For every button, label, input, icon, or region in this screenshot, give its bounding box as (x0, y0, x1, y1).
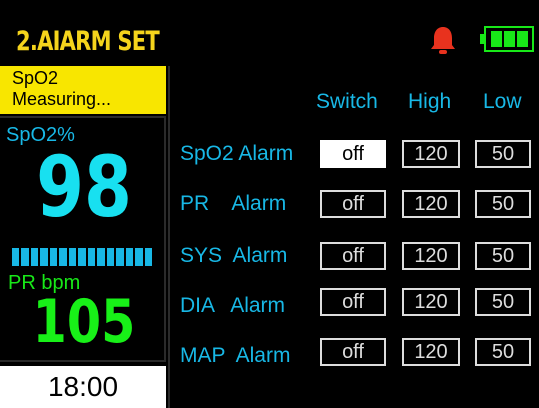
pr-low-field[interactable]: 50 (475, 190, 531, 218)
alarm-bell-icon (431, 27, 455, 54)
map-high-field[interactable]: 120 (402, 338, 460, 366)
dia-high-field[interactable]: 120 (402, 288, 460, 316)
page-title: 2.AIARM SET (16, 26, 160, 57)
row-label-sys: SYS Alarm (180, 244, 288, 267)
measuring-status-box: SpO2 Measuring... (0, 66, 166, 114)
pr-value: 105 (32, 287, 136, 357)
status-parameter: SpO2 (12, 68, 59, 88)
spo2-low-field[interactable]: 50 (475, 140, 531, 168)
high-column-header: High (408, 90, 452, 113)
spo2-high-field[interactable]: 120 (402, 140, 460, 168)
dia-switch-field[interactable]: off (320, 288, 386, 316)
pr-switch-field[interactable]: off (320, 190, 386, 218)
switch-column-header: Switch (316, 90, 378, 113)
spo2-switch-field[interactable]: off (320, 140, 386, 168)
alarm-settings-table: Switch High Low SpO2 Alarm off 120 50 PR… (170, 66, 539, 408)
battery-icon (480, 26, 534, 52)
map-low-field[interactable]: 50 (475, 338, 531, 366)
measurement-sidebar: SpO2 Measuring... SpO2% 98 PR bpm 105 18… (0, 66, 170, 408)
sys-low-field[interactable]: 50 (475, 242, 531, 270)
clock: 18:00 (0, 366, 166, 408)
status-text: Measuring... (12, 89, 112, 109)
row-label-spo2: SpO2 Alarm (180, 142, 294, 165)
map-switch-field[interactable]: off (320, 338, 386, 366)
pr-high-field[interactable]: 120 (402, 190, 460, 218)
header-bar: 2.AIARM SET (0, 0, 539, 66)
dia-low-field[interactable]: 50 (475, 288, 531, 316)
sys-switch-field[interactable]: off (320, 242, 386, 270)
pulse-bar-graph (12, 248, 153, 266)
spo2-value: 98 (36, 138, 132, 236)
row-label-pr: PR Alarm (180, 192, 287, 215)
row-label-map: MAP Alarm (180, 344, 291, 367)
row-label-dia: DIA Alarm (180, 294, 286, 317)
low-column-header: Low (483, 90, 522, 113)
sys-high-field[interactable]: 120 (402, 242, 460, 270)
